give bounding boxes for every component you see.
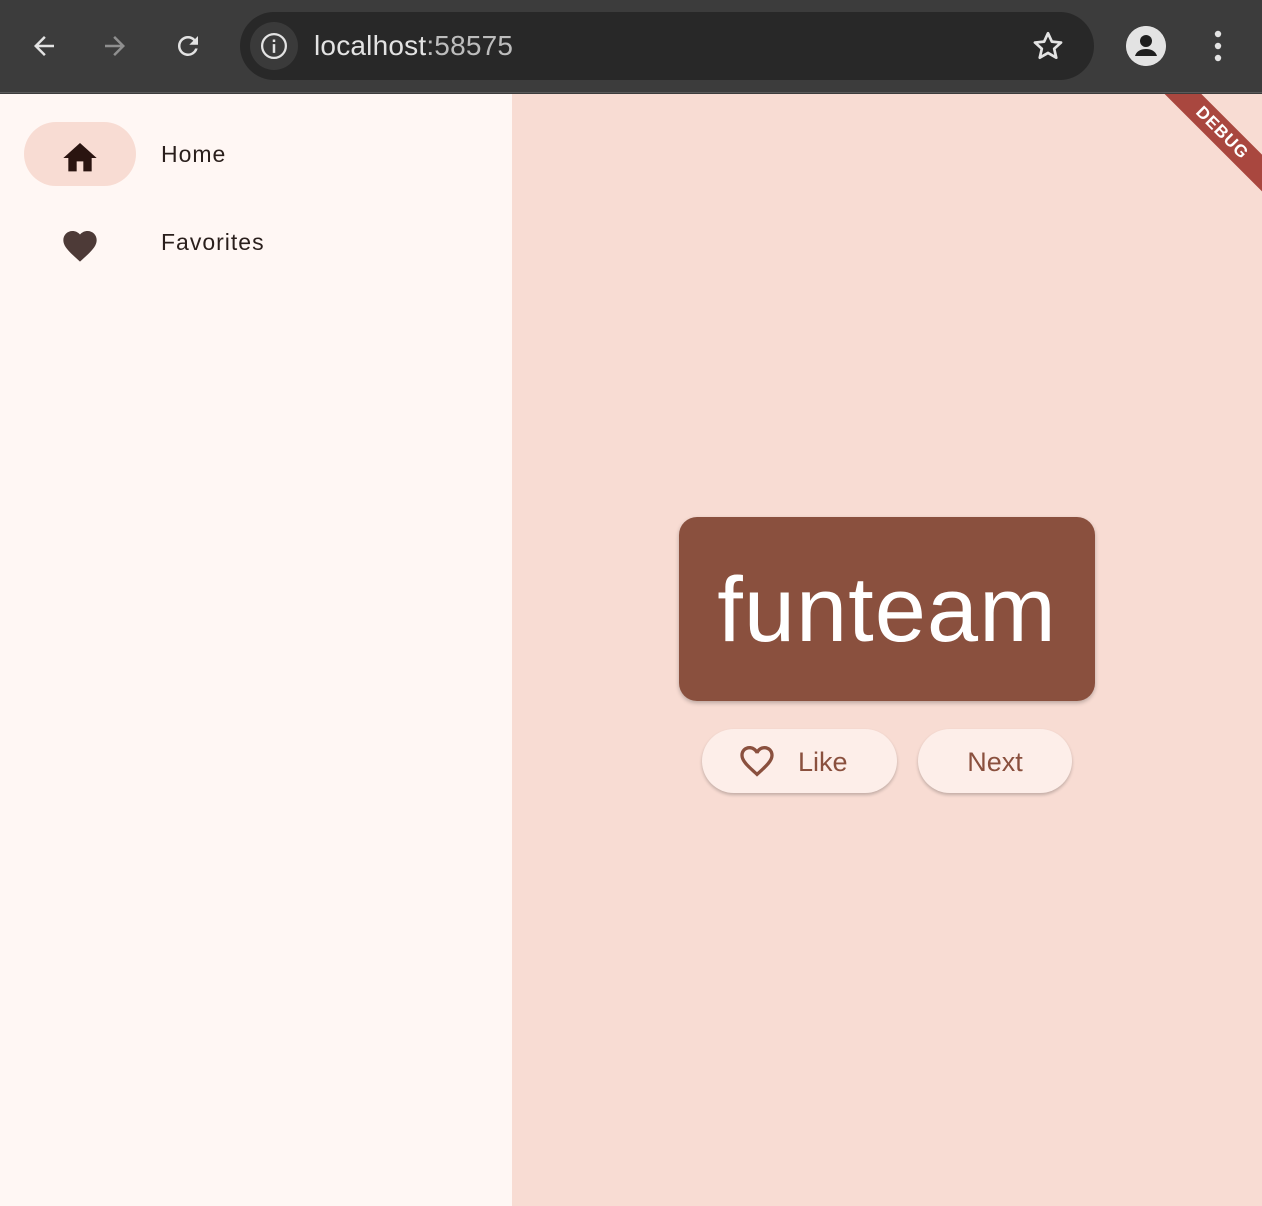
profile-button[interactable]	[1126, 26, 1166, 66]
address-bar[interactable]: localhost:58575	[240, 12, 1094, 80]
profile-icon	[1126, 26, 1166, 66]
nav-item-favorites[interactable]: Favorites	[24, 210, 484, 274]
next-label: Next	[967, 747, 1023, 777]
nav-label-favorites: Favorites	[161, 229, 265, 255]
next-button[interactable]: Next	[918, 729, 1072, 793]
browser-window: localhost:58575 Home Favorites DEBUG fun…	[0, 0, 1262, 1206]
heart-outline-icon	[740, 746, 774, 777]
kebab-menu-icon[interactable]	[1198, 24, 1238, 68]
info-icon	[261, 33, 287, 59]
nav-label-home: Home	[161, 141, 227, 167]
star-icon[interactable]	[1030, 28, 1066, 64]
debug-banner: DEBUG	[1142, 94, 1262, 213]
main-content: DEBUG funteam Like Next	[512, 94, 1262, 1206]
forward-button[interactable]	[93, 24, 137, 68]
like-label: Like	[798, 747, 848, 777]
nav-item-home[interactable]: Home	[24, 122, 484, 186]
arrow-right-icon	[105, 36, 125, 56]
word-card: funteam	[679, 517, 1095, 701]
navigation-rail: Home Favorites	[0, 94, 512, 1206]
back-button[interactable]	[22, 24, 66, 68]
reload-button[interactable]	[166, 24, 210, 68]
home-icon	[63, 143, 97, 172]
url-port: :58575	[426, 30, 514, 61]
site-info-button[interactable]	[250, 22, 298, 70]
url-host: localhost	[314, 30, 427, 61]
heart-icon	[63, 231, 97, 262]
browser-toolbar: localhost:58575	[0, 0, 1262, 93]
app-area: Home Favorites DEBUG funteam Like Next	[0, 94, 1262, 1206]
word-pair-text: funteam	[717, 559, 1057, 661]
url-text[interactable]: localhost:58575	[314, 29, 513, 63]
like-button[interactable]: Like	[702, 729, 897, 793]
reload-icon	[177, 35, 198, 56]
arrow-left-icon	[34, 36, 54, 56]
